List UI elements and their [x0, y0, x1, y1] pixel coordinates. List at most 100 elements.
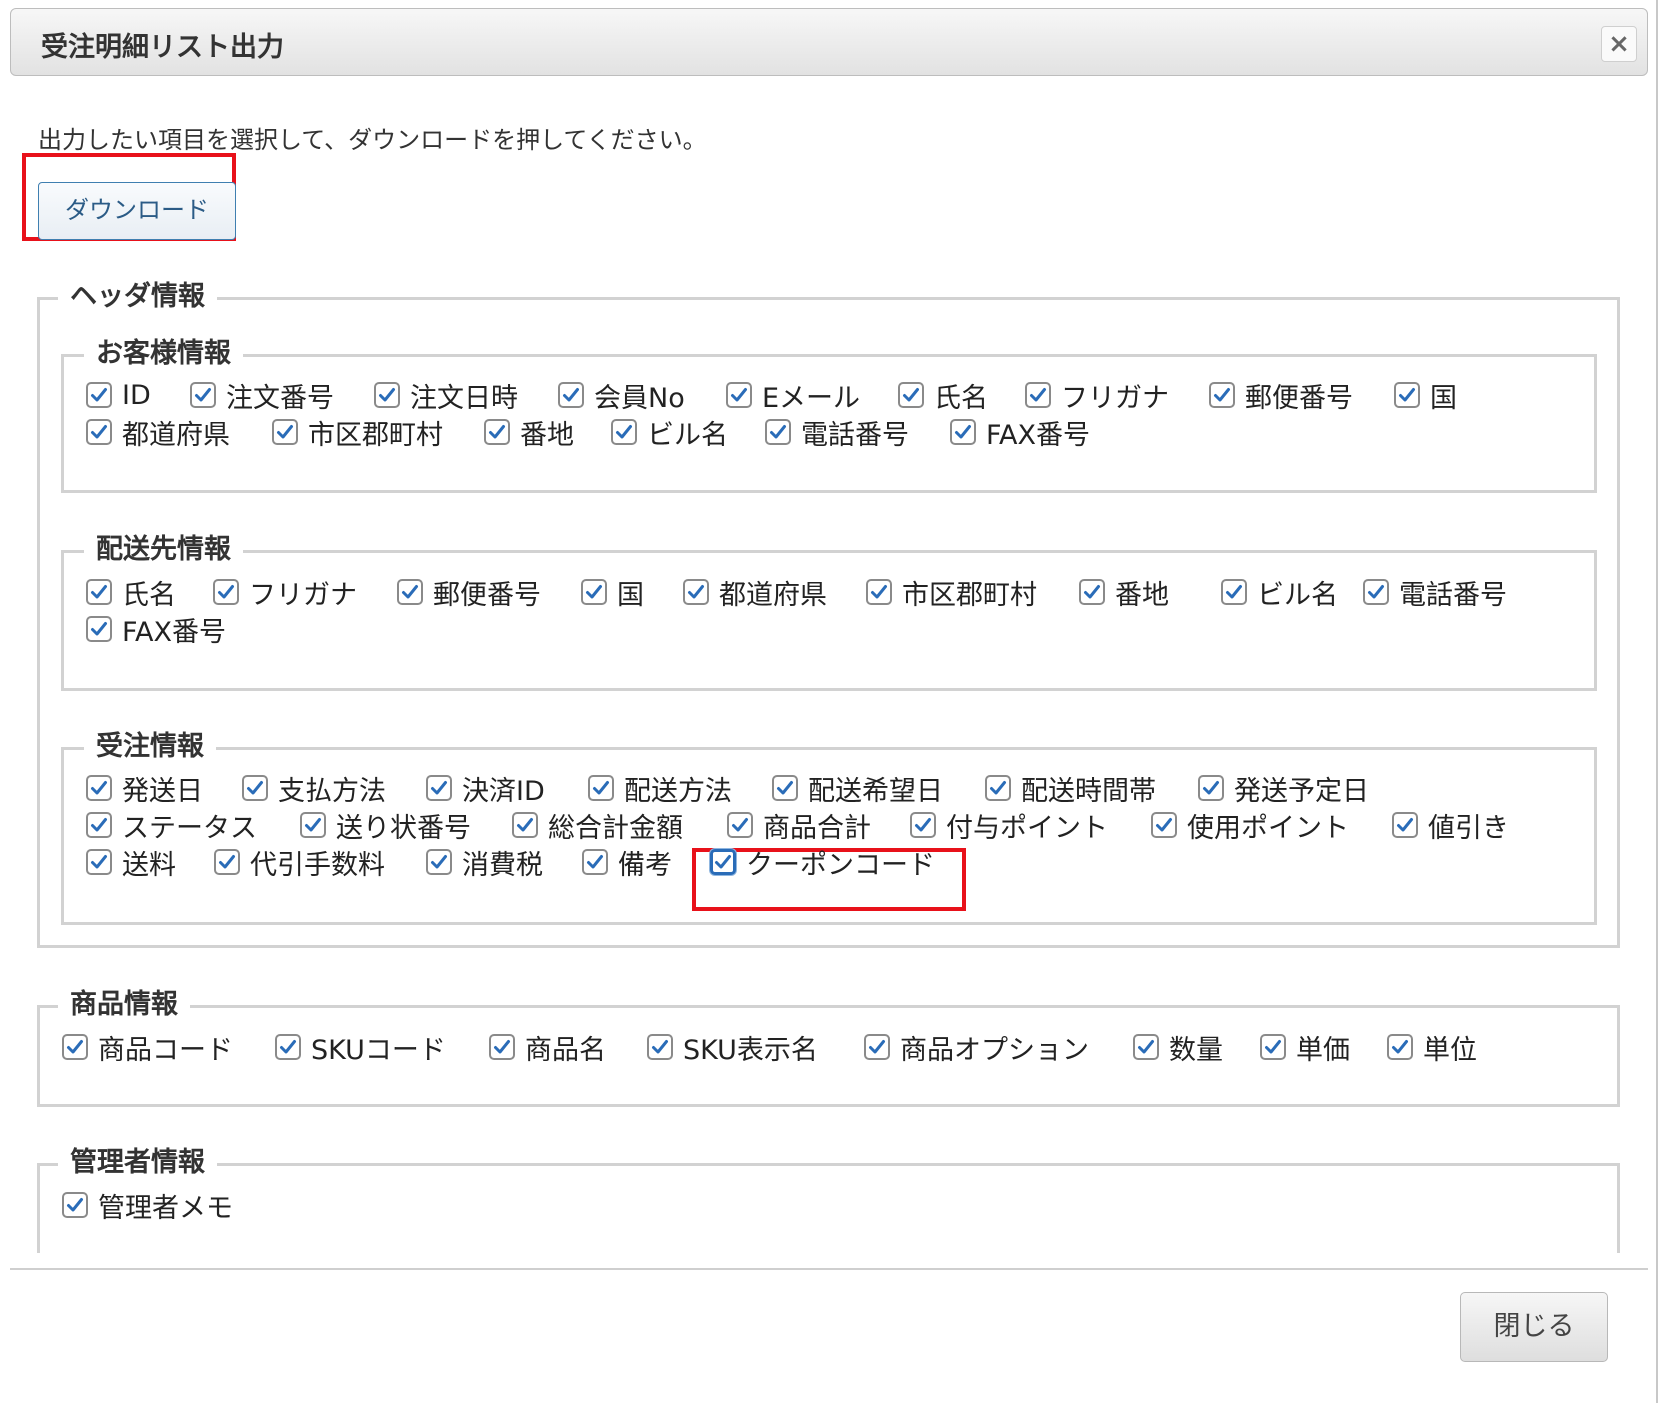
checkbox-item[interactable]: 配送希望日 — [772, 771, 943, 807]
checkbox[interactable] — [272, 419, 298, 445]
checkbox-item[interactable]: FAX番号 — [950, 415, 1090, 451]
checkbox[interactable] — [86, 812, 112, 838]
checkbox-item[interactable]: 商品コード — [62, 1030, 233, 1066]
checkbox[interactable] — [611, 419, 637, 445]
checkbox[interactable] — [647, 1034, 673, 1060]
checkbox[interactable] — [1387, 1034, 1413, 1060]
checkbox-item[interactable]: ID — [86, 378, 151, 412]
checkbox[interactable] — [214, 849, 240, 875]
checkbox-item[interactable]: 総合計金額 — [512, 808, 683, 844]
checkbox[interactable] — [190, 382, 216, 408]
checkbox-item[interactable]: フリガナ — [1025, 378, 1169, 414]
checkbox[interactable] — [397, 579, 423, 605]
checkbox-item[interactable]: 付与ポイント — [910, 808, 1108, 844]
checkbox[interactable] — [86, 616, 112, 642]
checkbox[interactable] — [588, 775, 614, 801]
checkbox-item[interactable]: クーポンコード — [710, 845, 935, 881]
checkbox-item[interactable]: 商品合計 — [727, 808, 871, 844]
checkbox[interactable] — [1025, 382, 1051, 408]
checkbox[interactable] — [213, 579, 239, 605]
close-button[interactable]: 閉じる — [1460, 1292, 1608, 1362]
checkbox-item[interactable]: 値引き — [1392, 808, 1509, 844]
checkbox[interactable] — [726, 382, 752, 408]
checkbox-item[interactable]: 決済ID — [426, 771, 545, 807]
checkbox-item[interactable]: 注文日時 — [374, 378, 518, 414]
checkbox-item[interactable]: 会員No — [558, 378, 685, 414]
checkbox-item[interactable]: SKUコード — [275, 1030, 446, 1066]
checkbox[interactable] — [582, 849, 608, 875]
checkbox[interactable] — [489, 1034, 515, 1060]
checkbox-item[interactable]: ビル名 — [611, 415, 728, 451]
checkbox-item[interactable]: 番地 — [1079, 575, 1169, 611]
checkbox-item[interactable]: 郵便番号 — [397, 575, 541, 611]
checkbox-item[interactable]: 単位 — [1387, 1030, 1477, 1066]
checkbox[interactable] — [300, 812, 326, 838]
checkbox[interactable] — [1079, 579, 1105, 605]
checkbox[interactable] — [86, 419, 112, 445]
checkbox-item[interactable]: 発送予定日 — [1198, 771, 1369, 807]
checkbox[interactable] — [374, 382, 400, 408]
checkbox-item[interactable]: 電話番号 — [765, 415, 909, 451]
checkbox[interactable] — [275, 1034, 301, 1060]
checkbox[interactable] — [772, 775, 798, 801]
checkbox[interactable] — [1209, 382, 1235, 408]
checkbox[interactable] — [864, 1034, 890, 1060]
checkbox[interactable] — [985, 775, 1011, 801]
checkbox[interactable] — [1392, 812, 1418, 838]
checkbox[interactable] — [86, 579, 112, 605]
checkbox-item[interactable]: 都道府県 — [86, 415, 230, 451]
checkbox-item[interactable]: 配送方法 — [588, 771, 732, 807]
checkbox[interactable] — [866, 579, 892, 605]
checkbox-item[interactable]: FAX番号 — [86, 612, 226, 648]
checkbox[interactable] — [426, 849, 452, 875]
checkbox[interactable] — [1151, 812, 1177, 838]
checkbox-item[interactable]: 氏名 — [86, 575, 176, 611]
checkbox[interactable] — [558, 382, 584, 408]
checkbox[interactable] — [484, 419, 510, 445]
checkbox-item[interactable]: 送り状番号 — [300, 808, 471, 844]
checkbox[interactable] — [86, 775, 112, 801]
checkbox[interactable] — [710, 849, 736, 875]
checkbox[interactable] — [62, 1034, 88, 1060]
checkbox[interactable] — [1260, 1034, 1286, 1060]
checkbox[interactable] — [1221, 579, 1247, 605]
checkbox[interactable] — [1363, 579, 1389, 605]
checkbox[interactable] — [242, 775, 268, 801]
checkbox[interactable] — [898, 382, 924, 408]
checkbox-item[interactable]: 管理者メモ — [62, 1188, 233, 1224]
checkbox-item[interactable]: Eメール — [726, 378, 860, 414]
checkbox[interactable] — [683, 579, 709, 605]
checkbox-item[interactable]: 商品名 — [489, 1030, 606, 1066]
checkbox[interactable] — [910, 812, 936, 838]
checkbox-item[interactable]: 都道府県 — [683, 575, 827, 611]
checkbox-item[interactable]: 市区郡町村 — [866, 575, 1037, 611]
checkbox-item[interactable]: フリガナ — [213, 575, 357, 611]
checkbox-item[interactable]: 代引手数料 — [214, 845, 385, 881]
checkbox-item[interactable]: 使用ポイント — [1151, 808, 1349, 844]
checkbox-item[interactable]: 支払方法 — [242, 771, 386, 807]
checkbox[interactable] — [86, 382, 112, 408]
checkbox-item[interactable]: 発送日 — [86, 771, 203, 807]
checkbox-item[interactable]: 氏名 — [898, 378, 988, 414]
checkbox-item[interactable]: 単価 — [1260, 1030, 1350, 1066]
checkbox-item[interactable]: 配送時間帯 — [985, 771, 1156, 807]
checkbox-item[interactable]: ビル名 — [1221, 575, 1338, 611]
checkbox-item[interactable]: 番地 — [484, 415, 574, 451]
checkbox[interactable] — [1394, 382, 1420, 408]
checkbox-item[interactable]: 送料 — [86, 845, 176, 881]
checkbox-item[interactable]: 数量 — [1133, 1030, 1223, 1066]
checkbox-item[interactable]: 市区郡町村 — [272, 415, 443, 451]
checkbox-item[interactable]: 郵便番号 — [1209, 378, 1353, 414]
checkbox[interactable] — [581, 579, 607, 605]
checkbox[interactable] — [426, 775, 452, 801]
checkbox[interactable] — [1133, 1034, 1159, 1060]
checkbox[interactable] — [512, 812, 538, 838]
checkbox-item[interactable]: 注文番号 — [190, 378, 334, 414]
checkbox[interactable] — [727, 812, 753, 838]
checkbox-item[interactable]: 商品オプション — [864, 1030, 1089, 1066]
checkbox[interactable] — [765, 419, 791, 445]
checkbox-item[interactable]: 消費税 — [426, 845, 543, 881]
checkbox-item[interactable]: ステータス — [86, 808, 257, 844]
checkbox-item[interactable]: 電話番号 — [1363, 575, 1507, 611]
checkbox[interactable] — [86, 849, 112, 875]
